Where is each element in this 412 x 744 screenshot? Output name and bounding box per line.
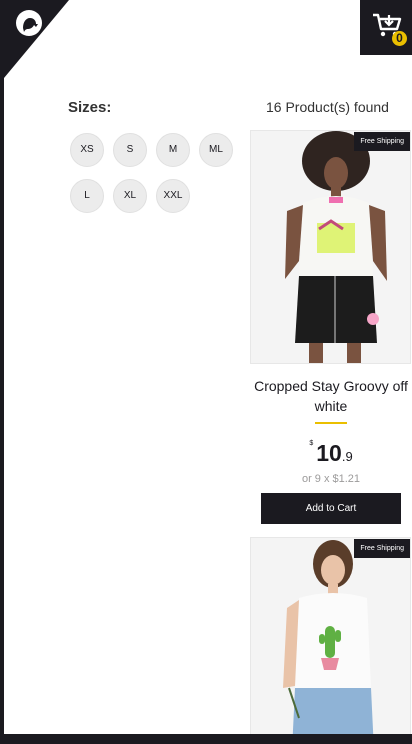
github-logo-icon[interactable]	[14, 8, 44, 38]
free-shipping-badge: Free Shipping	[354, 132, 410, 151]
product-card[interactable]: Free Shipping Cropped Stay Groovy off wh…	[250, 130, 412, 524]
price-whole: 10	[316, 440, 342, 466]
size-s-button[interactable]: S	[113, 133, 147, 167]
product-image[interactable]: Free Shipping	[250, 537, 411, 734]
model-photo	[251, 131, 410, 363]
size-xs-button[interactable]: XS	[70, 133, 104, 167]
free-shipping-badge: Free Shipping	[354, 539, 410, 558]
product-price: $10.9	[250, 440, 412, 467]
app-viewport: 0 Sizes: XS S M ML L XL XXL 16 Product(s…	[4, 0, 412, 734]
size-l-button[interactable]: L	[70, 179, 104, 213]
installment-text: or 9 x $1.21	[301, 473, 361, 485]
products-found-count: 16 Product(s) found	[266, 99, 389, 115]
cart-button[interactable]: 0	[360, 0, 412, 55]
product-card[interactable]: Free Shipping	[250, 537, 412, 734]
product-title: Cropped Stay Groovy off white	[254, 378, 408, 414]
price-currency: $	[309, 440, 314, 447]
sizes-title: Sizes:	[68, 99, 112, 116]
product-image[interactable]: Free Shipping	[250, 130, 411, 364]
add-to-cart-button[interactable]: Add to Cart	[261, 493, 401, 524]
size-xxl-button[interactable]: XXL	[156, 179, 190, 213]
price-cents: .9	[341, 449, 353, 464]
model-photo	[251, 538, 410, 734]
title-underline	[315, 422, 347, 424]
size-m-button[interactable]: M	[156, 133, 190, 167]
size-ml-button[interactable]: ML	[199, 133, 233, 167]
cart-count-badge: 0	[392, 31, 407, 46]
size-xl-button[interactable]: XL	[113, 179, 147, 213]
